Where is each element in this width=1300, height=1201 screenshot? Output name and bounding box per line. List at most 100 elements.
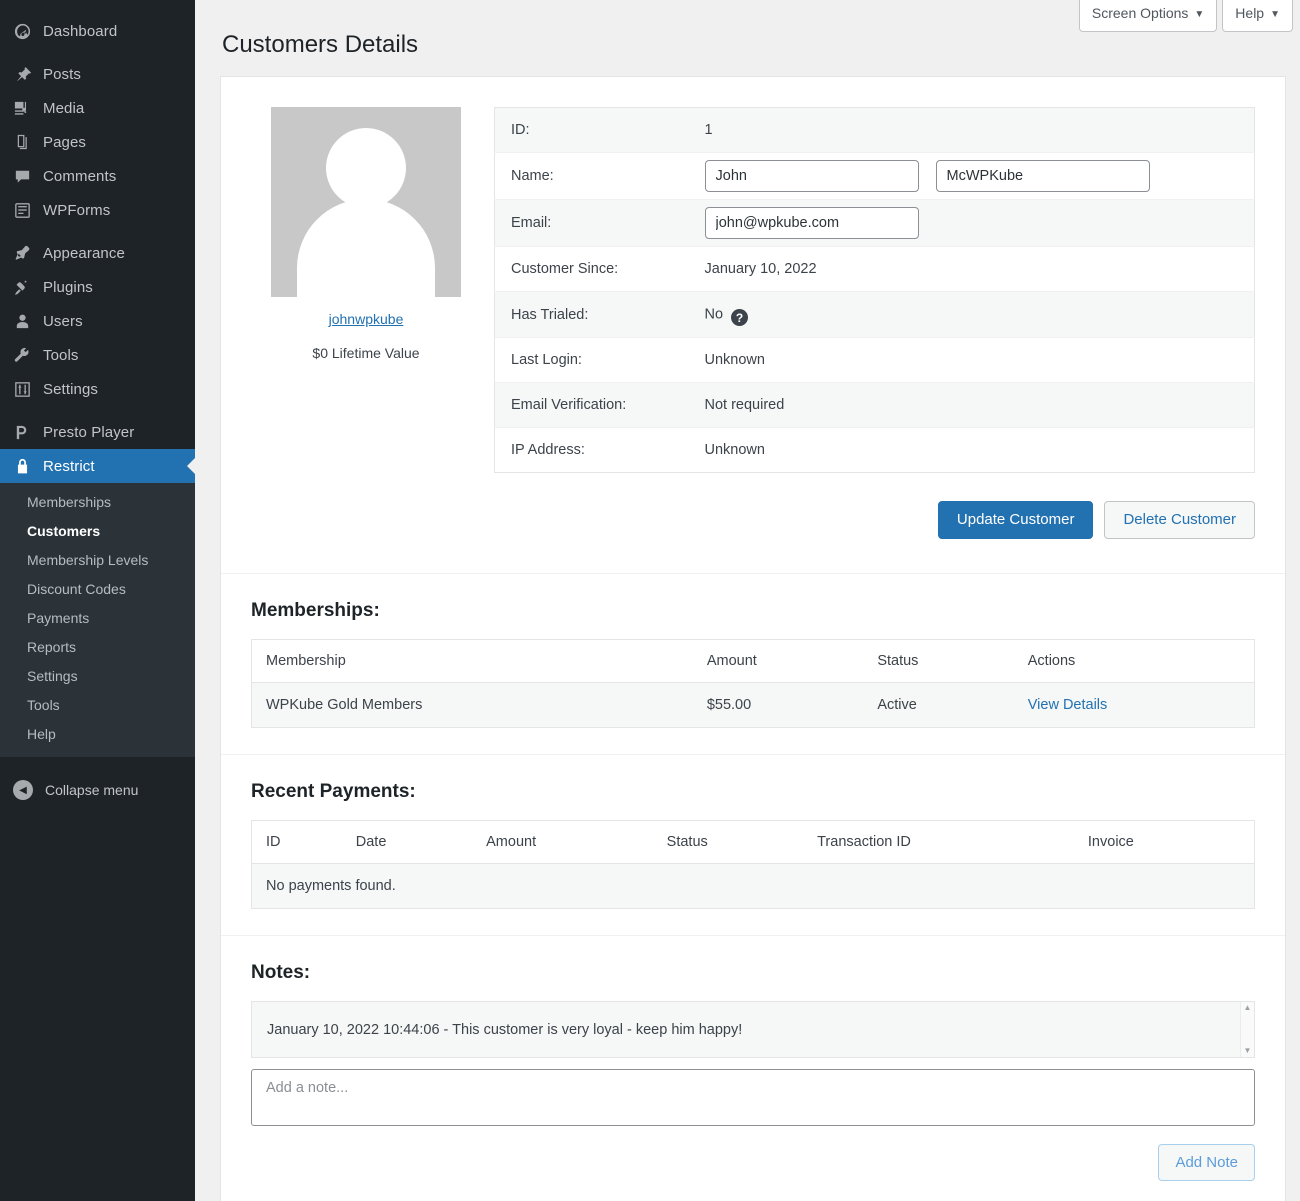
column-invoice: Invoice [1074, 821, 1255, 864]
submenu-item-settings[interactable]: Settings [0, 662, 195, 691]
submenu-item-help[interactable]: Help [0, 720, 195, 749]
chevron-left-icon: ◀ [13, 780, 33, 800]
sidebar-item-settings[interactable]: Settings [0, 372, 195, 406]
add-note-button[interactable]: Add Note [1158, 1144, 1255, 1181]
table-row-empty: No payments found. [252, 864, 1255, 909]
screen-meta-links: Screen Options▼ Help ▼ [195, 0, 1300, 30]
value-email-verification: Not required [705, 383, 1255, 428]
appearance-icon [13, 244, 41, 263]
table-row-has-trialed: Has Trialed: No? [495, 292, 1255, 338]
add-note-textarea[interactable] [251, 1069, 1255, 1126]
pages-icon [13, 133, 41, 152]
first-name-input[interactable] [705, 160, 919, 192]
sidebar-item-label: WPForms [41, 202, 110, 219]
submenu-item-payments[interactable]: Payments [0, 604, 195, 633]
sidebar-item-wpforms[interactable]: WPForms [0, 193, 195, 227]
memberships-table: Membership Amount Status Actions WPKube … [251, 639, 1255, 728]
table-row-email-verification: Email Verification: Not required [495, 383, 1255, 428]
column-status: Status [653, 821, 803, 864]
sidebar-item-label: Media [41, 100, 84, 117]
sidebar-item-appearance[interactable]: Appearance [0, 236, 195, 270]
table-row-name: Name: [495, 153, 1255, 200]
label-id: ID: [495, 108, 705, 153]
restrict-submenu: Memberships Customers Membership Levels … [0, 483, 195, 757]
scroll-up-icon: ▲ [1244, 1004, 1252, 1012]
sidebar-item-posts[interactable]: Posts [0, 57, 195, 91]
table-row-last-login: Last Login: Unknown [495, 338, 1255, 383]
memberships-heading: Memberships: [251, 600, 1255, 622]
submenu-item-customers[interactable]: Customers [0, 517, 195, 546]
sidebar-item-label: Dashboard [41, 23, 117, 40]
chevron-down-icon: ▼ [1270, 9, 1280, 20]
avatar [271, 107, 461, 297]
submenu-item-discount-codes[interactable]: Discount Codes [0, 575, 195, 604]
last-name-input[interactable] [936, 160, 1150, 192]
plugins-icon [13, 278, 41, 297]
view-details-link[interactable]: View Details [1028, 697, 1108, 713]
submenu-item-reports[interactable]: Reports [0, 633, 195, 662]
presto-player-icon [13, 423, 41, 442]
sidebar-item-label: Plugins [41, 279, 93, 296]
label-customer-since: Customer Since: [495, 247, 705, 292]
customer-panel: johnwpkube $0 Lifetime Value ID: 1 Name: [220, 76, 1286, 1201]
value-ip-address: Unknown [705, 428, 1255, 473]
sidebar-item-users[interactable]: Users [0, 304, 195, 338]
update-customer-button[interactable]: Update Customer [938, 501, 1094, 539]
sidebar-item-label: Presto Player [41, 424, 134, 441]
value-has-trialed: No? [705, 292, 1255, 338]
column-date: Date [342, 821, 472, 864]
table-row-id: ID: 1 [495, 108, 1255, 153]
wpforms-icon [13, 201, 41, 220]
label-email-verification: Email Verification: [495, 383, 705, 428]
column-amount: Amount [472, 821, 653, 864]
avatar-body-shape [297, 199, 435, 297]
column-status: Status [863, 640, 1013, 683]
sidebar-main-menu: Dashboard Posts Media Pages [0, 0, 195, 483]
sidebar-item-pages[interactable]: Pages [0, 125, 195, 159]
sidebar-item-comments[interactable]: Comments [0, 159, 195, 193]
delete-customer-button[interactable]: Delete Customer [1104, 501, 1255, 539]
media-icon [13, 99, 41, 118]
comment-icon [13, 167, 41, 186]
submenu-item-tools[interactable]: Tools [0, 691, 195, 720]
admin-sidebar: Dashboard Posts Media Pages [0, 0, 195, 1201]
sidebar-item-restrict[interactable]: Restrict [0, 449, 195, 483]
sidebar-item-plugins[interactable]: Plugins [0, 270, 195, 304]
value-customer-since: January 10, 2022 [705, 247, 1255, 292]
notes-section: Notes: January 10, 2022 10:44:06 - This … [221, 936, 1285, 1181]
table-header-row: Membership Amount Status Actions [252, 640, 1255, 683]
has-trialed-text: No [705, 307, 724, 323]
sidebar-item-tools[interactable]: Tools [0, 338, 195, 372]
wrench-icon [13, 346, 41, 365]
sidebar-item-label: Restrict [41, 458, 95, 475]
email-input[interactable] [705, 207, 919, 239]
wp-admin-screen: Dashboard Posts Media Pages [0, 0, 1300, 1201]
note-entry: January 10, 2022 10:44:06 - This custome… [267, 1022, 742, 1038]
notes-scrollbar[interactable]: ▲ ▼ [1240, 1002, 1254, 1057]
page-title: Customers Details [195, 30, 1300, 76]
notes-heading: Notes: [251, 962, 1255, 984]
sidebar-divider [0, 48, 195, 57]
sidebar-item-label: Appearance [41, 245, 125, 262]
sidebar-item-presto-player[interactable]: Presto Player [0, 415, 195, 449]
screen-options-button[interactable]: Screen Options▼ [1079, 0, 1217, 32]
collapse-menu-button[interactable]: ◀ Collapse menu [0, 771, 195, 809]
submenu-item-memberships[interactable]: Memberships [0, 488, 195, 517]
value-last-login: Unknown [705, 338, 1255, 383]
settings-icon [13, 380, 41, 399]
help-tip-icon[interactable]: ? [731, 309, 748, 326]
recent-payments-heading: Recent Payments: [251, 781, 1255, 803]
customer-username-link[interactable]: johnwpkube [329, 311, 404, 327]
empty-message: No payments found. [252, 864, 1255, 909]
help-label: Help [1235, 5, 1264, 21]
sidebar-item-media[interactable]: Media [0, 91, 195, 125]
sidebar-item-dashboard[interactable]: Dashboard [0, 14, 195, 48]
help-button[interactable]: Help ▼ [1222, 0, 1293, 32]
submenu-item-membership-levels[interactable]: Membership Levels [0, 546, 195, 575]
value-name [705, 153, 1255, 200]
table-header-row: ID Date Amount Status Transaction ID Inv… [252, 821, 1255, 864]
cell-status: Active [863, 683, 1013, 728]
customer-summary: johnwpkube $0 Lifetime Value ID: 1 Name: [221, 77, 1285, 473]
avatar-column: johnwpkube $0 Lifetime Value [251, 107, 481, 473]
sidebar-item-label: Comments [41, 168, 116, 185]
